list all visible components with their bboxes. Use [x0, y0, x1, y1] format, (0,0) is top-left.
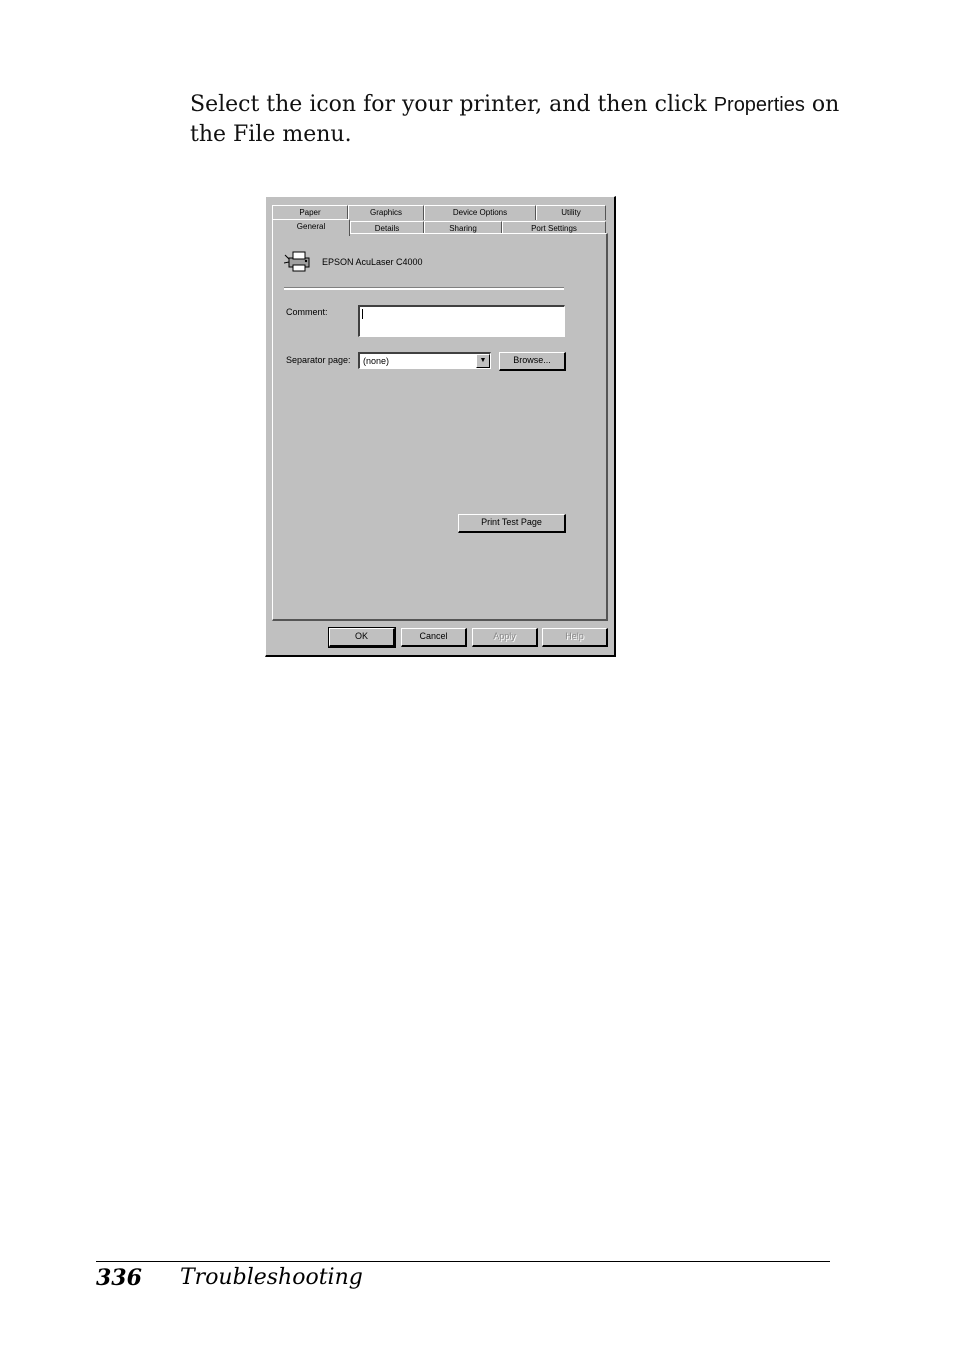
tab-utility[interactable]: Utility [536, 205, 606, 220]
page-number: 336 [96, 1265, 142, 1291]
printer-properties-dialog: Paper Graphics Device Options Utility Ge… [265, 196, 616, 657]
cancel-button[interactable]: Cancel [401, 628, 467, 647]
comment-field[interactable] [358, 305, 565, 337]
text-caret [362, 309, 363, 319]
browse-button[interactable]: Browse... [499, 352, 566, 371]
printer-icon [284, 251, 310, 272]
general-tab-panel [272, 233, 608, 621]
instruction-text: Select the icon for your printer, and th… [190, 90, 840, 149]
printer-name: EPSON AcuLaser C4000 [322, 257, 423, 267]
tab-device-options[interactable]: Device Options [424, 205, 536, 220]
comment-label: Comment: [286, 307, 328, 317]
chevron-down-icon[interactable]: ▼ [476, 354, 490, 368]
apply-button[interactable]: Apply [472, 628, 538, 647]
tab-paper[interactable]: Paper [272, 205, 348, 220]
separator-line [284, 287, 564, 290]
section-title: Troubleshooting [180, 1265, 363, 1290]
print-test-page-button[interactable]: Print Test Page [458, 514, 566, 533]
tab-general[interactable]: General [272, 219, 350, 236]
separator-page-dropdown[interactable]: (none) ▼ [358, 352, 491, 369]
ok-button[interactable]: OK [328, 627, 396, 648]
help-button[interactable]: Help [542, 628, 608, 647]
separator-page-label: Separator page: [286, 355, 351, 365]
separator-page-value: (none) [363, 356, 390, 366]
instruction-before: Select the icon for your printer, and th… [190, 92, 714, 117]
instruction-ui-term: Properties [713, 94, 805, 116]
tab-graphics[interactable]: Graphics [348, 205, 424, 220]
footer-rule [96, 1261, 830, 1262]
